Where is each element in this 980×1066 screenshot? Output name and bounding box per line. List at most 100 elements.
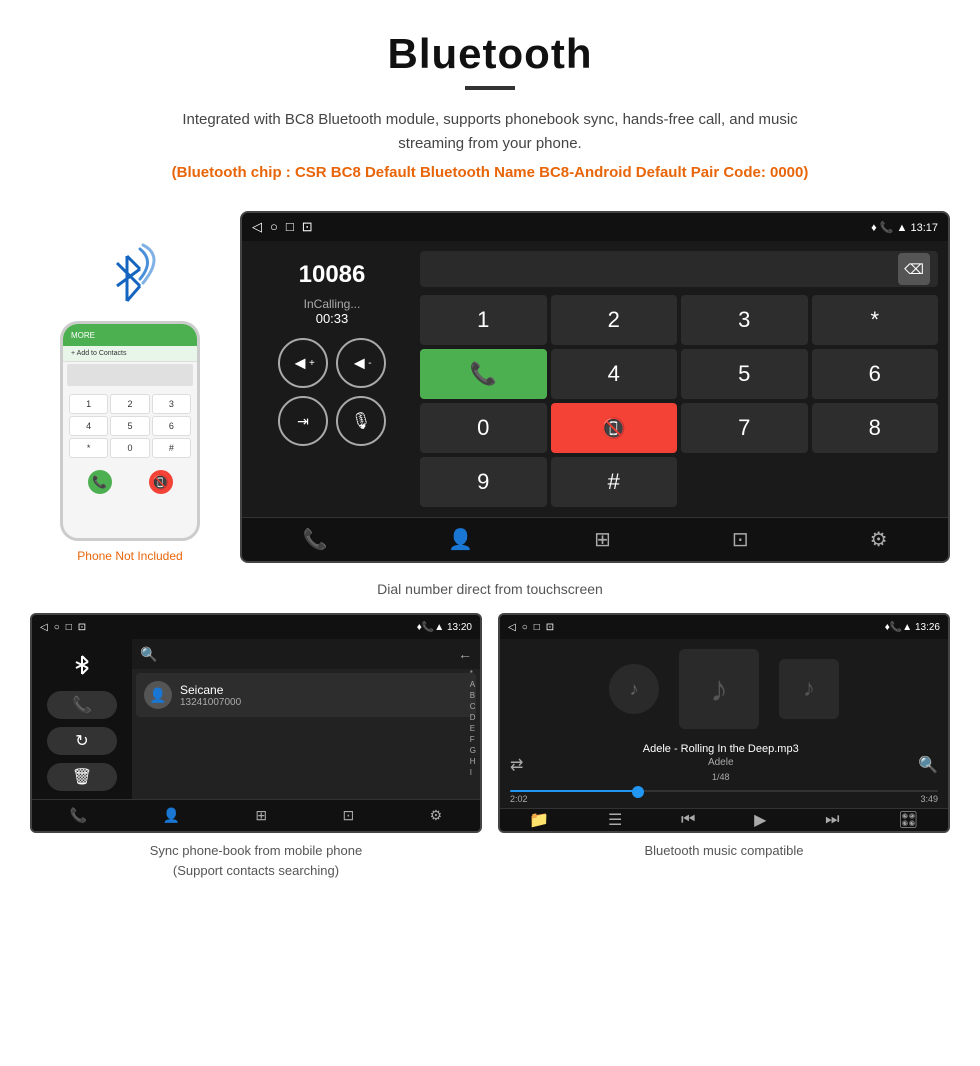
phone-dial-grid: 1 2 3 4 5 6 * 0 #: [63, 388, 197, 464]
back-arrow-icon: ←: [458, 646, 472, 662]
music-prev-icon[interactable]: ⏮: [681, 811, 695, 829]
alpha-g: G: [470, 746, 476, 756]
bottom-screenshots: ◁ ○ □ ⊡ ♦📞▲ 13:20: [0, 613, 980, 904]
phone-contacts-row: + Add to Contacts: [63, 346, 197, 362]
contacts-screenshot-block: ◁ ○ □ ⊡ ♦📞▲ 13:20: [30, 613, 482, 884]
music-note-main: ♪: [710, 668, 728, 710]
dialpad-key-0[interactable]: 0: [420, 403, 547, 453]
contacts-delete-btn[interactable]: 🗑: [47, 763, 117, 791]
dialpad-key-8[interactable]: 8: [812, 403, 939, 453]
music-shuffle-row: ⇄ Adele - Rolling In the Deep.mp3 Adele …: [500, 739, 948, 790]
contacts-layout: 📞 ↻ 🗑 🔍 ← 👤 Seicane 1324: [32, 639, 480, 831]
music-play-icon[interactable]: ▶: [754, 810, 766, 830]
dialpad-key-2[interactable]: 2: [551, 295, 678, 345]
phone-key-4: 4: [69, 416, 108, 436]
statusbar-time: 13:17: [910, 222, 938, 234]
dialpad-key-star[interactable]: *: [812, 295, 939, 345]
vol-up-button[interactable]: ◄+: [278, 338, 328, 388]
shuffle-icon[interactable]: ⇄: [510, 755, 523, 775]
alpha-h: H: [470, 757, 476, 767]
music-list-icon[interactable]: ☰: [608, 810, 622, 830]
contact-avatar: 👤: [144, 681, 172, 709]
alpha-star: *: [470, 669, 476, 679]
music-track-name: Adele - Rolling In the Deep.mp3: [643, 743, 799, 755]
phone-key-0: 0: [110, 438, 149, 458]
contacts-nav-export[interactable]: ⊡: [343, 807, 355, 824]
alpha-f: F: [470, 735, 476, 745]
contacts-nav-contacts[interactable]: 👤: [163, 807, 180, 824]
phone-key-hash: #: [152, 438, 191, 458]
contacts-caption-line1: Sync phone-book from mobile phone: [150, 843, 362, 858]
vol-down-button[interactable]: ◄-: [336, 338, 386, 388]
phone-key-3: 3: [152, 394, 191, 414]
nav-keypad-icon[interactable]: ⊞: [594, 527, 611, 552]
page-header: Bluetooth Integrated with BC8 Bluetooth …: [0, 0, 980, 211]
dialpad-key-1[interactable]: 1: [420, 295, 547, 345]
phone-key-star: *: [69, 438, 108, 458]
phone-key-5: 5: [110, 416, 149, 436]
alpha-e: E: [470, 724, 476, 734]
dialpad-key-5[interactable]: 5: [681, 349, 808, 399]
location-icon: ♦: [871, 222, 877, 234]
dialpad-key-end[interactable]: 📵: [551, 403, 678, 453]
music-artist: Adele: [643, 757, 799, 768]
music-folder-icon[interactable]: 📁: [529, 810, 549, 830]
music-screenshot-icon: ⊡: [546, 622, 554, 633]
call-screen: ◁ ○ □ ⊡ ♦ 📞 ▲ 13:17 10086 InCalling... 0…: [240, 211, 950, 563]
mic-button[interactable]: 🎙: [336, 396, 386, 446]
back-icon: ◁: [252, 219, 262, 235]
contacts-recents-icon: □: [66, 622, 72, 633]
screenshot-icon: ⊡: [302, 219, 313, 235]
phone-call-button: 📞: [88, 470, 112, 494]
music-layout: ♪ ♪ ♪ ⇄ Adele - Rolling In the Deep.mp: [500, 639, 948, 831]
dialpad-key-4[interactable]: 4: [551, 349, 678, 399]
phone-area: MORE + Add to Contacts 1 2 3 4 5 6 * 0 #…: [30, 211, 230, 563]
dialpad-key-3[interactable]: 3: [681, 295, 808, 345]
contacts-caption: Sync phone-book from mobile phone (Suppo…: [30, 833, 482, 884]
phone-bar-label: MORE: [71, 331, 95, 340]
transfer-button[interactable]: ⇥: [278, 396, 328, 446]
call-other-buttons: ⇥ 🎙: [278, 396, 386, 446]
contacts-nav-keypad[interactable]: ⊞: [255, 807, 267, 824]
call-statusbar: ◁ ○ □ ⊡ ♦ 📞 ▲ 13:17: [242, 213, 948, 241]
music-home-icon: ○: [522, 622, 528, 633]
album-art-left: ♪: [609, 664, 659, 714]
nav-settings-icon[interactable]: ⚙: [870, 527, 888, 552]
music-back-icon: ◁: [508, 622, 516, 633]
nav-contacts-icon[interactable]: 👤: [448, 527, 473, 552]
alpha-b: B: [470, 691, 476, 701]
music-time-total: 3:49: [920, 794, 938, 804]
contacts-nav-settings[interactable]: ⚙: [430, 807, 443, 824]
music-progress-dot[interactable]: [632, 786, 644, 798]
music-note-left: ♪: [630, 679, 639, 700]
contacts-statusbar-right: ♦📞▲ 13:20: [417, 622, 472, 633]
music-caption: Bluetooth music compatible: [498, 833, 950, 865]
phone-key-2: 2: [110, 394, 149, 414]
dialpad-key-7[interactable]: 7: [681, 403, 808, 453]
music-statusbar-left: ◁ ○ □ ⊡: [508, 622, 554, 633]
call-bottom-nav: 📞 👤 ⊞ ⊡ ⚙: [242, 517, 948, 561]
contacts-time: 13:20: [447, 622, 472, 633]
music-next-icon[interactable]: ⏭: [825, 811, 839, 829]
music-time-current: 2:02: [510, 794, 528, 804]
nav-phone-icon[interactable]: 📞: [302, 527, 327, 552]
contacts-nav-phone[interactable]: 📞: [70, 807, 87, 824]
album-art-main: ♪: [679, 649, 759, 729]
dialpad-key-call[interactable]: 📞: [420, 349, 547, 399]
dialpad-key-hash[interactable]: #: [551, 457, 678, 507]
music-eq-icon[interactable]: 🎛: [898, 810, 918, 830]
contacts-call-btn[interactable]: 📞: [47, 691, 117, 719]
dialpad-delete-button[interactable]: ⌫: [898, 253, 930, 285]
music-screenshot-block: ◁ ○ □ ⊡ ♦📞▲ 13:26 ♪: [498, 613, 950, 884]
dialpad-key-6[interactable]: 6: [812, 349, 939, 399]
alpha-a: A: [470, 680, 476, 690]
nav-export-icon[interactable]: ⊡: [732, 527, 749, 552]
contact-list-item[interactable]: 👤 Seicane 13241007000: [136, 673, 476, 717]
search-music-icon[interactable]: 🔍: [918, 755, 938, 775]
phone-end-button: 📵: [149, 470, 173, 494]
dialpad-key-9[interactable]: 9: [420, 457, 547, 507]
main-section: MORE + Add to Contacts 1 2 3 4 5 6 * 0 #…: [0, 211, 980, 563]
wifi-icon: ▲: [897, 222, 908, 234]
recents-icon: □: [286, 219, 294, 235]
contacts-sync-btn[interactable]: ↻: [47, 727, 117, 755]
